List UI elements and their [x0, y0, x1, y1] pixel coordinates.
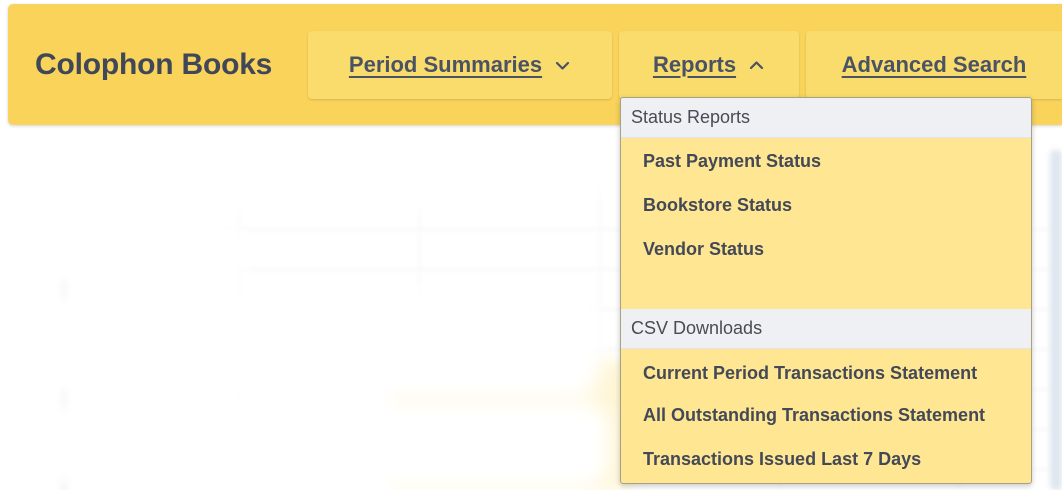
background-blob	[30, 400, 610, 490]
menu-item-vendor-status[interactable]: Vendor Status	[621, 228, 1031, 270]
nav-period-summaries[interactable]: Period Summaries	[308, 31, 612, 99]
background-edge-right	[1050, 150, 1062, 490]
reports-dropdown-menu: Status Reports Past Payment Status Books…	[620, 97, 1032, 484]
nav-advanced-search-label: Advanced Search	[841, 52, 1027, 77]
nav-period-summaries-label: Period Summaries	[348, 52, 543, 77]
chevron-down-icon	[554, 57, 571, 74]
chevron-up-icon	[748, 57, 765, 74]
nav-advanced-search[interactable]: Advanced Search	[806, 31, 1062, 99]
dropdown-section-header: Status Reports	[621, 98, 1031, 138]
menu-item-all-outstanding-transactions[interactable]: All Outstanding Transactions Statement	[621, 394, 1031, 436]
menu-item-past-payment-status[interactable]: Past Payment Status	[621, 140, 1031, 182]
background-blob	[0, 220, 250, 290]
background-blob	[0, 290, 600, 400]
menu-item-current-period-transactions[interactable]: Current Period Transactions Statement	[621, 352, 1031, 394]
dropdown-section-header: CSV Downloads	[621, 309, 1031, 349]
menu-item-transactions-last-7-days[interactable]: Transactions Issued Last 7 Days	[621, 438, 1031, 480]
background-blob	[0, 130, 600, 210]
nav-reports-label: Reports	[652, 52, 737, 77]
nav-reports[interactable]: Reports	[619, 31, 799, 99]
menu-item-bookstore-status[interactable]: Bookstore Status	[621, 184, 1031, 226]
brand-logo-text[interactable]: Colophon Books	[35, 48, 272, 82]
